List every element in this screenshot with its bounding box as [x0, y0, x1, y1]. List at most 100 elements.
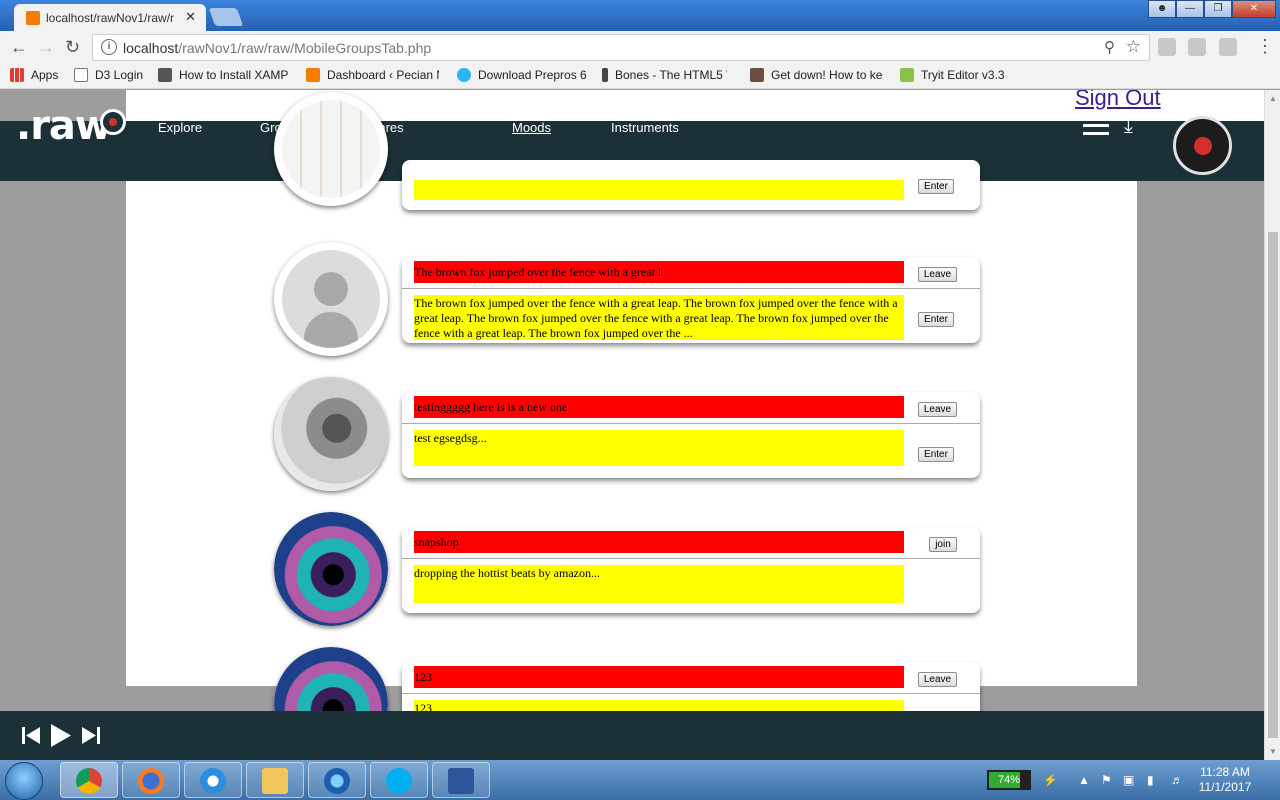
- hamburger-menu-icon[interactable]: [1083, 124, 1109, 140]
- browser-toolbar: ← → ↻ i localhost/rawNov1/raw/raw/Mobile…: [0, 31, 1280, 63]
- group-card: The brown fox jumped over the fence with…: [402, 257, 980, 343]
- address-bar[interactable]: i localhost/rawNov1/raw/raw/MobileGroups…: [92, 34, 1150, 61]
- group-avatar[interactable]: [274, 377, 388, 491]
- info-icon[interactable]: i: [101, 39, 117, 55]
- bookmarks-bar: Apps D3 Login How to Install XAMP Dashbo…: [0, 63, 1280, 89]
- taskbar-skype[interactable]: [370, 762, 428, 798]
- bookmark-apps[interactable]: Apps: [10, 68, 58, 82]
- page-viewport: Sign Out .raw Explore Groups Genres Mood…: [0, 90, 1264, 760]
- leave-button[interactable]: Leave: [918, 267, 957, 282]
- start-button[interactable]: [5, 762, 43, 800]
- previous-track-icon[interactable]: [22, 726, 40, 745]
- taskbar-chrome[interactable]: [60, 762, 118, 798]
- music-player-bar: [0, 711, 1264, 760]
- mail-extension-icon[interactable]: [1188, 38, 1206, 56]
- page-icon: [74, 68, 88, 82]
- group-avatar[interactable]: [274, 512, 388, 626]
- bookmark-tryit[interactable]: Tryit Editor v3.3: [900, 68, 1005, 82]
- device-icon[interactable]: ▣: [1123, 773, 1137, 787]
- leave-button[interactable]: Leave: [918, 402, 957, 417]
- clock[interactable]: 11:28 AM 11/1/2017: [1195, 765, 1255, 795]
- join-button[interactable]: join: [929, 537, 957, 552]
- group-description: test egsegdsg...: [414, 430, 904, 466]
- taskbar-explorer[interactable]: [246, 762, 304, 798]
- nav-explore[interactable]: Explore: [158, 120, 202, 135]
- enter-button[interactable]: Enter: [918, 447, 954, 462]
- bones-icon: [602, 68, 608, 82]
- skype-icon: [386, 768, 412, 794]
- windows-taskbar: 74% ⚡ ▲ ⚑ ▣ ▮ ♬ 11:28 AM 11/1/2017: [0, 760, 1280, 800]
- back-arrow-icon[interactable]: ←: [10, 37, 28, 58]
- window-controls: ☻ — ❐ ✕: [1148, 0, 1276, 20]
- user-silhouette-body: [304, 312, 358, 348]
- next-track-icon[interactable]: [82, 726, 100, 745]
- bookmark-star-icon[interactable]: ☆: [1126, 37, 1141, 57]
- bookmark-get-down[interactable]: Get down! How to ke: [750, 68, 883, 82]
- user-silhouette-icon: [314, 272, 348, 306]
- user-icon[interactable]: ☻: [1148, 0, 1176, 18]
- bookmark-prepros[interactable]: Download Prepros 6: [457, 68, 587, 82]
- group-description: The brown fox jumped over the fence with…: [414, 295, 904, 340]
- pdf-extension-icon[interactable]: [1158, 38, 1176, 56]
- raw-logo[interactable]: .raw: [16, 103, 112, 149]
- group-title: testinggggg here is is a new one: [414, 396, 904, 418]
- group-avatar[interactable]: [274, 242, 388, 356]
- bookmark-d3-login[interactable]: D3 Login: [74, 68, 143, 82]
- group-title: 123: [414, 666, 904, 688]
- card-divider: [402, 693, 980, 694]
- battery-indicator[interactable]: 74%: [987, 770, 1031, 790]
- enter-button[interactable]: Enter: [918, 312, 954, 327]
- group-title: snapshop: [414, 531, 904, 553]
- firefox-icon: [138, 768, 164, 794]
- minimize-button[interactable]: —: [1176, 0, 1204, 18]
- card-divider: [402, 288, 980, 289]
- volume-icon[interactable]: ♬: [1171, 773, 1185, 787]
- nav-instruments[interactable]: Instruments: [611, 120, 679, 135]
- card-divider: [402, 558, 980, 559]
- taskbar-firefox[interactable]: [122, 762, 180, 798]
- nebula-art-image: [274, 512, 388, 626]
- chrome-icon: [76, 768, 102, 794]
- forward-arrow-icon[interactable]: →: [37, 37, 55, 58]
- browser-tab-bar: localhost/rawNov1/raw/r ✕ ☻ — ❐ ✕: [0, 0, 1280, 31]
- tab-close-icon[interactable]: ✕: [185, 9, 196, 25]
- bookmark-bones[interactable]: Bones - The HTML5 V: [602, 68, 727, 82]
- menu-dots-icon[interactable]: ⋮: [1256, 36, 1274, 57]
- taskbar-app[interactable]: [308, 762, 366, 798]
- scrollbar-thumb[interactable]: [1268, 232, 1278, 738]
- group-card: Enter: [402, 160, 980, 210]
- word-icon: [448, 768, 474, 794]
- play-icon[interactable]: [50, 723, 72, 748]
- group-card: snapshop join dropping the hottist beats…: [402, 527, 980, 613]
- search-icon[interactable]: ⚲: [1104, 38, 1115, 56]
- page-scrollbar[interactable]: ▲ ▼: [1264, 90, 1280, 760]
- internet-explorer-icon: [200, 768, 226, 794]
- restore-button[interactable]: ❐: [1204, 0, 1232, 18]
- enter-button[interactable]: Enter: [918, 179, 954, 194]
- bookmark-dashboard[interactable]: Dashboard ‹ Pecian M: [306, 68, 439, 82]
- group-title: The brown fox jumped over the fence with…: [414, 261, 904, 283]
- taskbar-word[interactable]: [432, 762, 490, 798]
- action-center-icon[interactable]: ⚑: [1101, 773, 1115, 787]
- bookmark-install-xampp[interactable]: How to Install XAMP: [158, 68, 291, 82]
- group-avatar[interactable]: [274, 92, 388, 206]
- network-icon[interactable]: ▮: [1147, 773, 1161, 787]
- window-close-button[interactable]: ✕: [1232, 0, 1276, 18]
- group-description: [414, 180, 904, 200]
- sign-out-link[interactable]: Sign Out: [1075, 90, 1161, 111]
- leave-button[interactable]: Leave: [918, 672, 957, 687]
- show-hidden-icons-icon[interactable]: ▲: [1078, 773, 1092, 787]
- reload-icon[interactable]: ↻: [65, 37, 80, 58]
- browser-tab[interactable]: localhost/rawNov1/raw/r ✕: [14, 4, 206, 31]
- taskbar-ie[interactable]: [184, 762, 242, 798]
- record-button[interactable]: [1173, 116, 1232, 175]
- tab-title: localhost/rawNov1/raw/r: [46, 11, 175, 25]
- new-tab-button[interactable]: [208, 8, 244, 26]
- xampp-icon: [306, 68, 320, 82]
- scroll-up-arrow-icon[interactable]: ▲: [1269, 94, 1277, 103]
- scroll-down-arrow-icon[interactable]: ▼: [1269, 747, 1277, 756]
- upload-icon[interactable]: ⤓: [1124, 115, 1150, 137]
- skype-extension-icon[interactable]: [1219, 38, 1237, 56]
- power-plug-icon[interactable]: ⚡: [1043, 773, 1058, 787]
- nav-moods[interactable]: Moods: [512, 120, 551, 135]
